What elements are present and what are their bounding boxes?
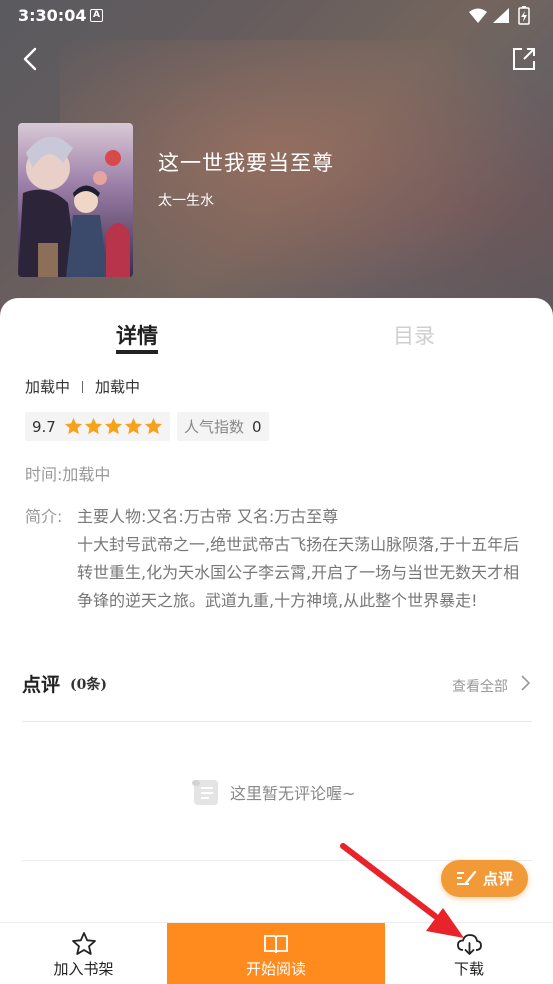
time-row: 时间:加载中 — [25, 461, 110, 485]
add-to-shelf-button[interactable]: 加入书架 — [0, 923, 167, 984]
share-icon[interactable] — [511, 46, 537, 72]
rating-score: 9.7 — [32, 417, 56, 436]
rating-box: 9.7 — [25, 412, 170, 441]
red-arrow-annotation — [340, 843, 464, 938]
book-title: 这一世我要当至尊 — [158, 151, 334, 175]
tab-detail[interactable]: 详情 — [116, 320, 158, 354]
book-status: 加载中 — [95, 378, 141, 396]
divider — [22, 721, 532, 722]
add-to-shelf-label: 加入书架 — [53, 960, 114, 978]
view-all-reviews-link[interactable]: 查看全部 — [452, 676, 508, 696]
popularity-box: 人气指数 0 — [177, 412, 269, 441]
meta-line: 加载中 加载中 — [25, 376, 140, 397]
review-count: (0条) — [70, 677, 107, 693]
popularity-value: 0 — [252, 417, 262, 436]
start-reading-label: 开始阅读 — [245, 960, 306, 978]
status-icons — [469, 6, 530, 25]
star-outline-icon — [71, 932, 96, 955]
write-review-label: 点评 — [482, 870, 513, 888]
book-author[interactable]: 太一生水 — [158, 190, 214, 210]
book-open-icon — [264, 935, 288, 954]
download-label: 下载 — [453, 960, 484, 978]
tab-catalog[interactable]: 目录 — [393, 320, 435, 350]
star-icon — [64, 417, 82, 435]
star-icon — [84, 417, 102, 435]
book-cover[interactable] — [18, 123, 133, 277]
notification-icon: A — [90, 9, 103, 22]
time-value: 加载中 — [62, 465, 111, 484]
star-icon — [144, 417, 162, 435]
rating-stars — [64, 417, 163, 436]
empty-reviews: 这里暂无评论喔~ — [190, 776, 355, 808]
cover-art — [18, 123, 133, 277]
review-title: 点评 — [22, 674, 61, 696]
star-icon — [124, 417, 142, 435]
status-time: 3:30:04 — [18, 6, 87, 25]
back-icon[interactable] — [18, 46, 44, 72]
empty-scroll-icon — [192, 780, 218, 805]
meta-divider — [82, 381, 84, 393]
review-header: 点评 (0条) 查看全部 — [22, 670, 532, 700]
book-category: 加载中 — [25, 378, 71, 396]
star-icon — [104, 417, 122, 435]
status-bar: 3:30:04 A — [0, 0, 553, 32]
chevron-right-icon[interactable] — [518, 674, 532, 692]
empty-reviews-text: 这里暂无评论喔~ — [230, 784, 356, 803]
tab-bar: 详情 目录 — [0, 320, 553, 360]
popularity-label: 人气指数 — [184, 418, 245, 436]
intro-label: 简介: — [25, 507, 63, 526]
intro-text: 主要人物:又名:万古帝 又名:万古至尊 十大封号武帝之一,绝世武帝古飞扬在天荡山… — [77, 507, 520, 610]
time-label: 时间: — [25, 465, 63, 484]
